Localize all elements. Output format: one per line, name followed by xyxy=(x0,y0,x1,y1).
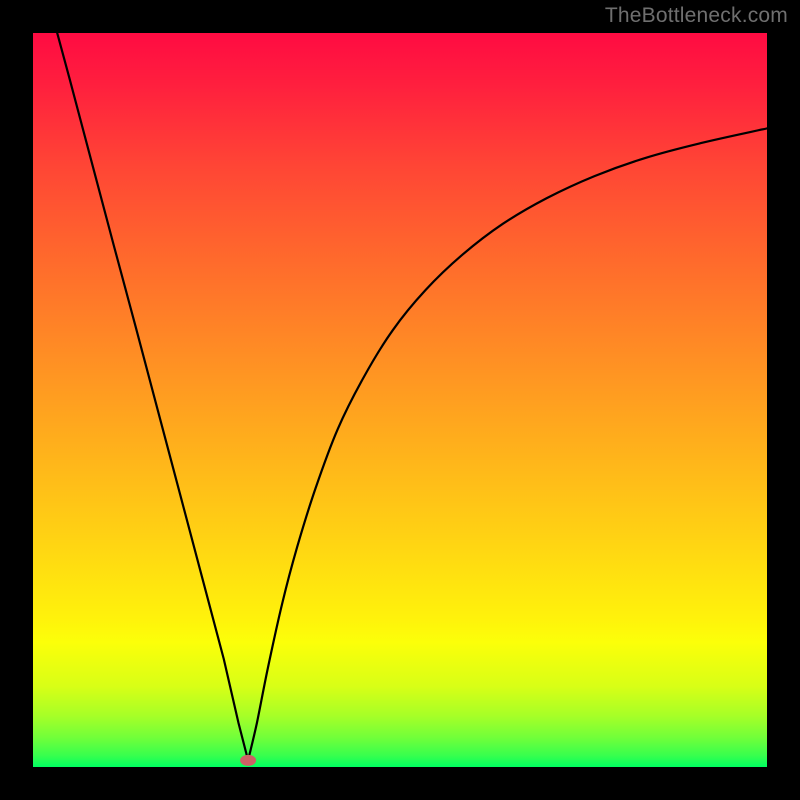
curve-left-branch xyxy=(57,33,248,760)
plot-area xyxy=(33,33,767,767)
optimum-marker xyxy=(240,755,256,766)
watermark-text: TheBottleneck.com xyxy=(605,4,788,28)
curve-right-branch xyxy=(248,128,767,760)
bottleneck-curve xyxy=(33,33,767,767)
chart-frame: TheBottleneck.com xyxy=(0,0,800,800)
